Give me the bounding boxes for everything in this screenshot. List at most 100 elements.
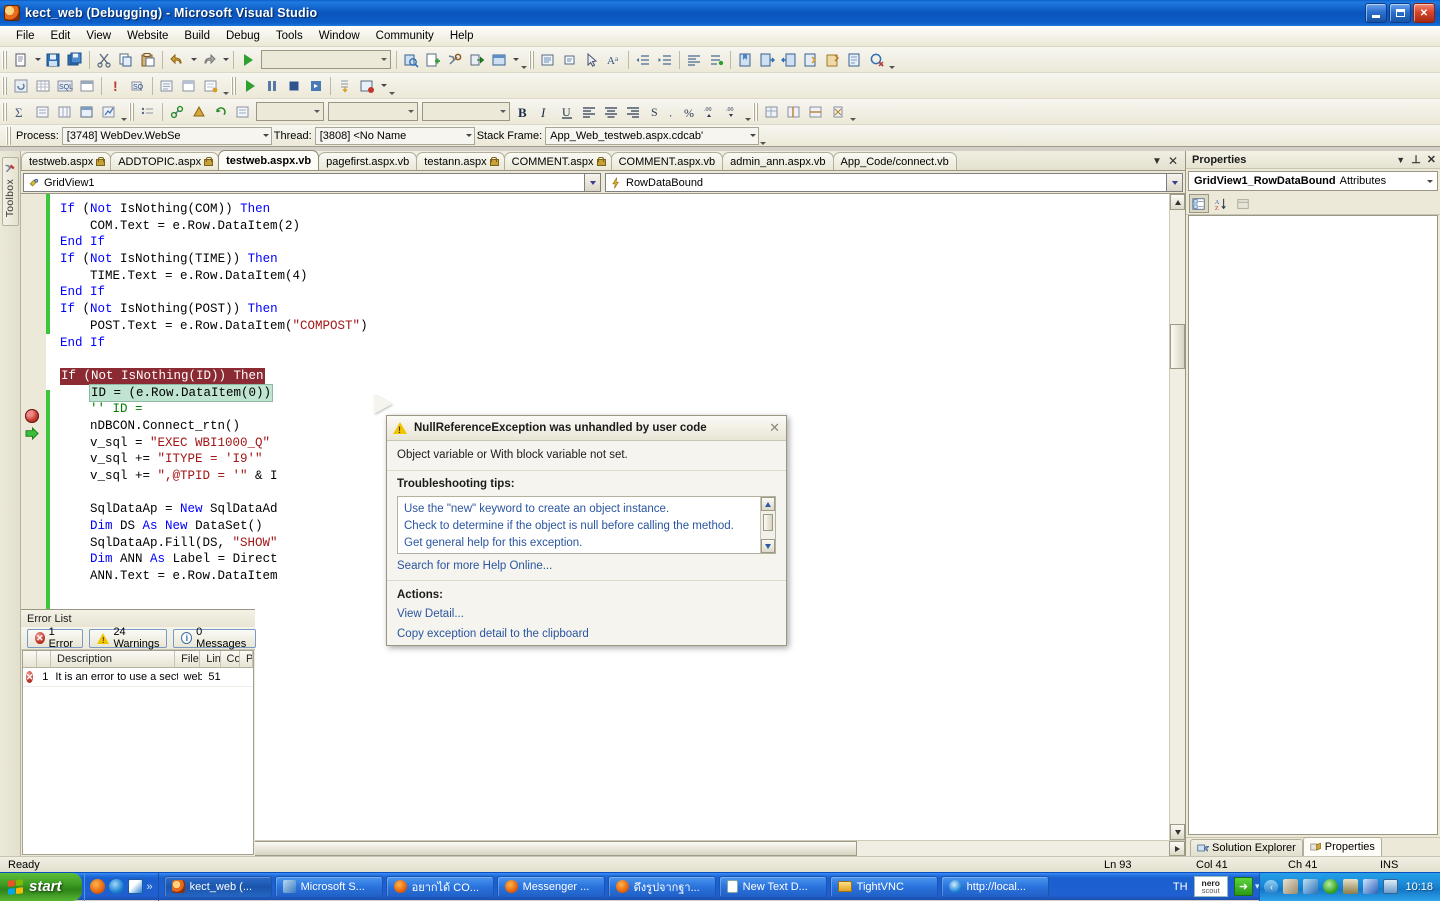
tip-link[interactable]: Check to determine if the object is null…: [404, 517, 754, 534]
categorized-view-button[interactable]: [1189, 194, 1209, 213]
columns-icon[interactable]: [54, 101, 76, 123]
text-size-icon[interactable]: Aa: [603, 49, 625, 71]
scroll-up-button[interactable]: [761, 497, 775, 511]
run-query-icon[interactable]: SQ: [127, 75, 149, 97]
bookmark-icon[interactable]: [734, 49, 756, 71]
format-doc-icon[interactable]: [705, 49, 727, 71]
column-header-icon[interactable]: [23, 651, 38, 667]
strikethrough-icon[interactable]: S: [644, 101, 666, 123]
taskbar-item-kect-web[interactable]: kect_web (...: [163, 875, 272, 898]
tip-link[interactable]: Use the "new" keyword to create an objec…: [404, 500, 754, 517]
toolbar-grip[interactable]: [2, 102, 7, 121]
add-new-derived-table-icon[interactable]: [200, 75, 222, 97]
view-detail-link[interactable]: View Detail...: [387, 605, 786, 625]
doc-tab-testweb-aspx-vb[interactable]: testweb.aspx.vb: [218, 150, 320, 170]
increase-indent-icon[interactable]: [654, 49, 676, 71]
bookmark-anchor-icon[interactable]: [188, 101, 210, 123]
stop-debug-icon[interactable]: [283, 75, 305, 97]
properties-object-selector[interactable]: GridView1_RowDataBound Attributes: [1188, 171, 1438, 191]
save-icon[interactable]: [42, 49, 64, 71]
filter-warnings-button[interactable]: 24 Warnings: [89, 626, 168, 650]
list-icon[interactable]: [32, 101, 54, 123]
uncomment-icon[interactable]: [559, 49, 581, 71]
copy-exception-detail-link[interactable]: Copy exception detail to the clipboard: [387, 625, 786, 645]
chevron-down-icon[interactable]: [1427, 179, 1433, 183]
toolbar-overflow-query[interactable]: [222, 75, 229, 97]
menu-item-tools[interactable]: Tools: [268, 28, 311, 44]
process-combo[interactable]: [3748] WebDev.WebSe: [61, 126, 272, 145]
block-format-combo[interactable]: [256, 102, 324, 121]
toolbox-tab[interactable]: Toolbox: [1, 157, 19, 227]
debug-dropdown[interactable]: [378, 75, 388, 97]
close-icon[interactable]: ✕: [769, 420, 780, 436]
decrease-indent-icon[interactable]: [632, 49, 654, 71]
pivot-icon[interactable]: [76, 101, 98, 123]
tip-link[interactable]: Get general help for this exception.: [404, 534, 754, 551]
properties-grid[interactable]: [1188, 215, 1438, 835]
add-group-by-icon[interactable]: [156, 75, 178, 97]
menu-item-debug[interactable]: Debug: [218, 28, 268, 44]
delete-cells-icon[interactable]: [827, 101, 849, 123]
maximize-button[interactable]: [1389, 3, 1411, 23]
new-project-icon[interactable]: [10, 49, 32, 71]
solution-config-combo[interactable]: [261, 50, 391, 69]
search-help-online-link[interactable]: Search for more Help Online...: [397, 560, 552, 572]
redo-dropdown[interactable]: [220, 49, 230, 71]
undo-dropdown[interactable]: [188, 49, 198, 71]
underline-icon[interactable]: U: [556, 101, 578, 123]
antivirus-icon[interactable]: [1283, 879, 1299, 894]
toggle-bookmark-icon[interactable]: [800, 49, 822, 71]
quick-launch-overflow-icon[interactable]: »: [147, 881, 153, 893]
bookmark-folder-icon[interactable]: [822, 49, 844, 71]
chevron-down-icon[interactable]: [1166, 174, 1182, 191]
toolbar-grip[interactable]: [2, 50, 7, 69]
increase-decimal-icon[interactable]: .00: [700, 101, 722, 123]
toolbar-overflow-standard[interactable]: [520, 49, 527, 71]
grid-icon[interactable]: [76, 75, 98, 97]
restart-icon[interactable]: [305, 75, 327, 97]
merge-cells-icon[interactable]: [783, 101, 805, 123]
toolbar-grip[interactable]: [231, 76, 236, 95]
cut-icon[interactable]: [93, 49, 115, 71]
new-item-icon[interactable]: [422, 49, 444, 71]
insert-table-icon[interactable]: [761, 101, 783, 123]
doc-tab-addtopic-aspx[interactable]: ADDTOPIC.aspx: [110, 152, 220, 170]
hyperlink-icon[interactable]: [166, 101, 188, 123]
taskbar-item-new-text-document[interactable]: New Text D...: [718, 875, 827, 898]
menu-item-view[interactable]: View: [78, 28, 119, 44]
doc-tab-comment-aspx[interactable]: COMMENT.aspx: [503, 152, 612, 170]
editor-vertical-scrollbar[interactable]: [1169, 194, 1185, 840]
filter-messages-button[interactable]: i 0 Messages: [173, 626, 256, 650]
close-button[interactable]: ✕: [1413, 3, 1435, 23]
nero-scout-widget[interactable]: nero scout: [1193, 876, 1228, 897]
new-project-dropdown[interactable]: [32, 49, 42, 71]
font-family-combo[interactable]: [328, 102, 418, 121]
panel-tab-solution-explorer[interactable]: Solution Explorer: [1190, 839, 1303, 856]
step-into-icon[interactable]: [334, 75, 356, 97]
refresh-icon[interactable]: [210, 101, 232, 123]
panel-menu-icon[interactable]: ▼: [1396, 155, 1405, 165]
toolbar-overflow-table[interactable]: [849, 101, 856, 123]
toolbar-grip[interactable]: [753, 102, 758, 121]
taskbar-item-microsoft-s[interactable]: Microsoft S...: [274, 875, 383, 898]
find-in-files-icon[interactable]: [400, 49, 422, 71]
alphabetical-view-button[interactable]: AZ: [1211, 194, 1231, 213]
breakpoint-icon[interactable]: [25, 409, 39, 423]
show-table-icon[interactable]: [32, 75, 54, 97]
camera-icon[interactable]: [1343, 879, 1359, 894]
prev-bookmark-icon[interactable]: [778, 49, 800, 71]
close-icon[interactable]: ✕: [1427, 153, 1436, 166]
tray-expand-icon[interactable]: ‹: [1264, 879, 1279, 894]
scroll-right-button[interactable]: [1169, 841, 1185, 856]
scroll-down-button[interactable]: [1170, 824, 1185, 840]
firefox-icon[interactable]: [89, 879, 105, 894]
go-icon[interactable]: [466, 49, 488, 71]
align-center-icon[interactable]: [600, 101, 622, 123]
outlook-express-icon[interactable]: [127, 879, 143, 894]
undo-icon[interactable]: [166, 49, 188, 71]
tab-list-dropdown-icon[interactable]: ▼: [1152, 156, 1162, 167]
clock[interactable]: 10:18: [1403, 881, 1433, 893]
menu-item-build[interactable]: Build: [176, 28, 218, 44]
taskbar-item-messenger[interactable]: Messenger ...: [496, 875, 605, 898]
screen-icon[interactable]: [1383, 879, 1399, 894]
